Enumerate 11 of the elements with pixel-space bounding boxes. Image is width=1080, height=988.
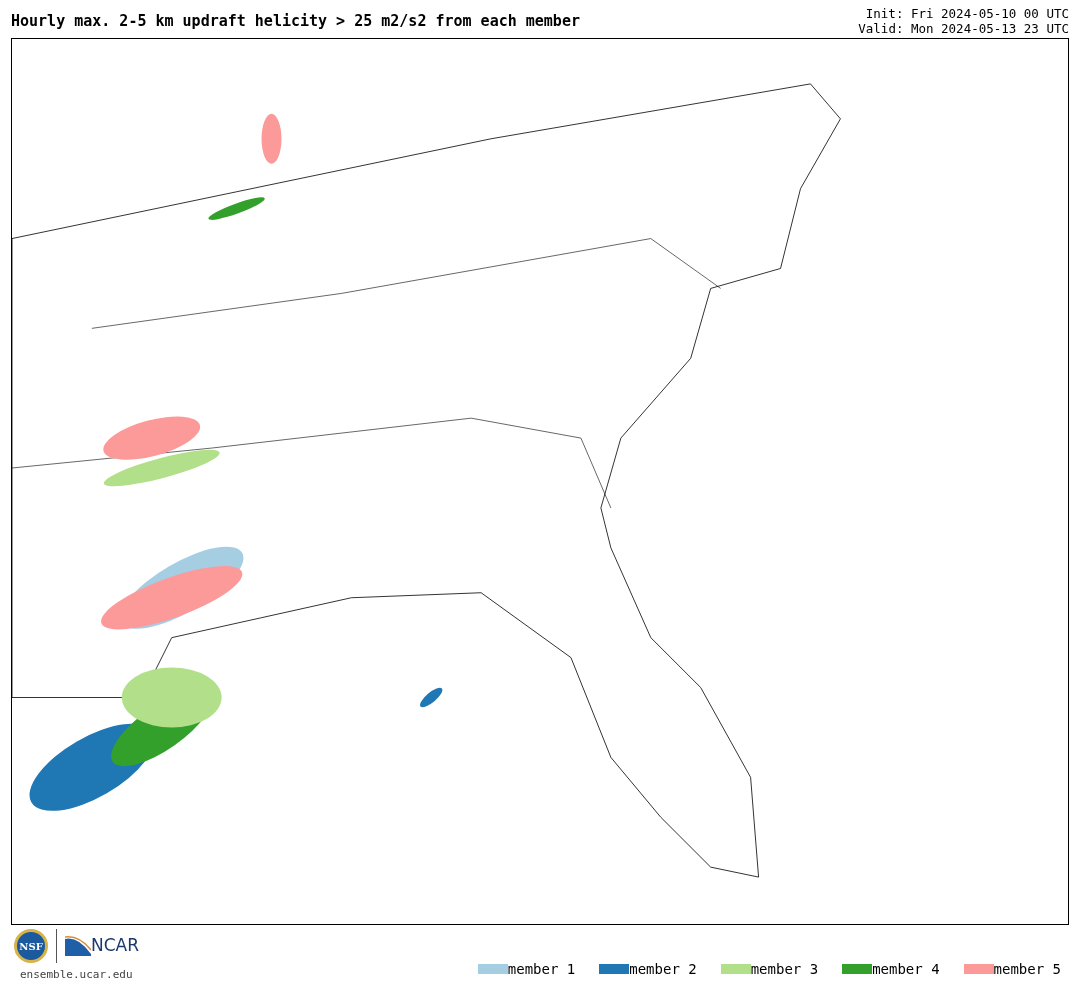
init-time: Init: Fri 2024-05-10 00 UTC: [864, 6, 1069, 21]
chart-title: Hourly max. 2-5 km updraft helicity > 25 m2/s2 from each member: [11, 14, 580, 29]
valid-time: Valid: Mon 2024-05-13 23 UTC: [858, 21, 1069, 36]
legend-label: member 1: [507, 959, 576, 979]
website-url: ensemble.ucar.edu: [20, 967, 134, 983]
legend-label: member 4: [872, 959, 940, 979]
legend-label: member 2: [629, 959, 697, 979]
legend-label: member 5: [993, 959, 1061, 979]
legend-label: member 3: [750, 959, 819, 979]
nsf-logo: NSF: [14, 929, 48, 963]
ncar-logo: NCAR: [65, 933, 140, 959]
